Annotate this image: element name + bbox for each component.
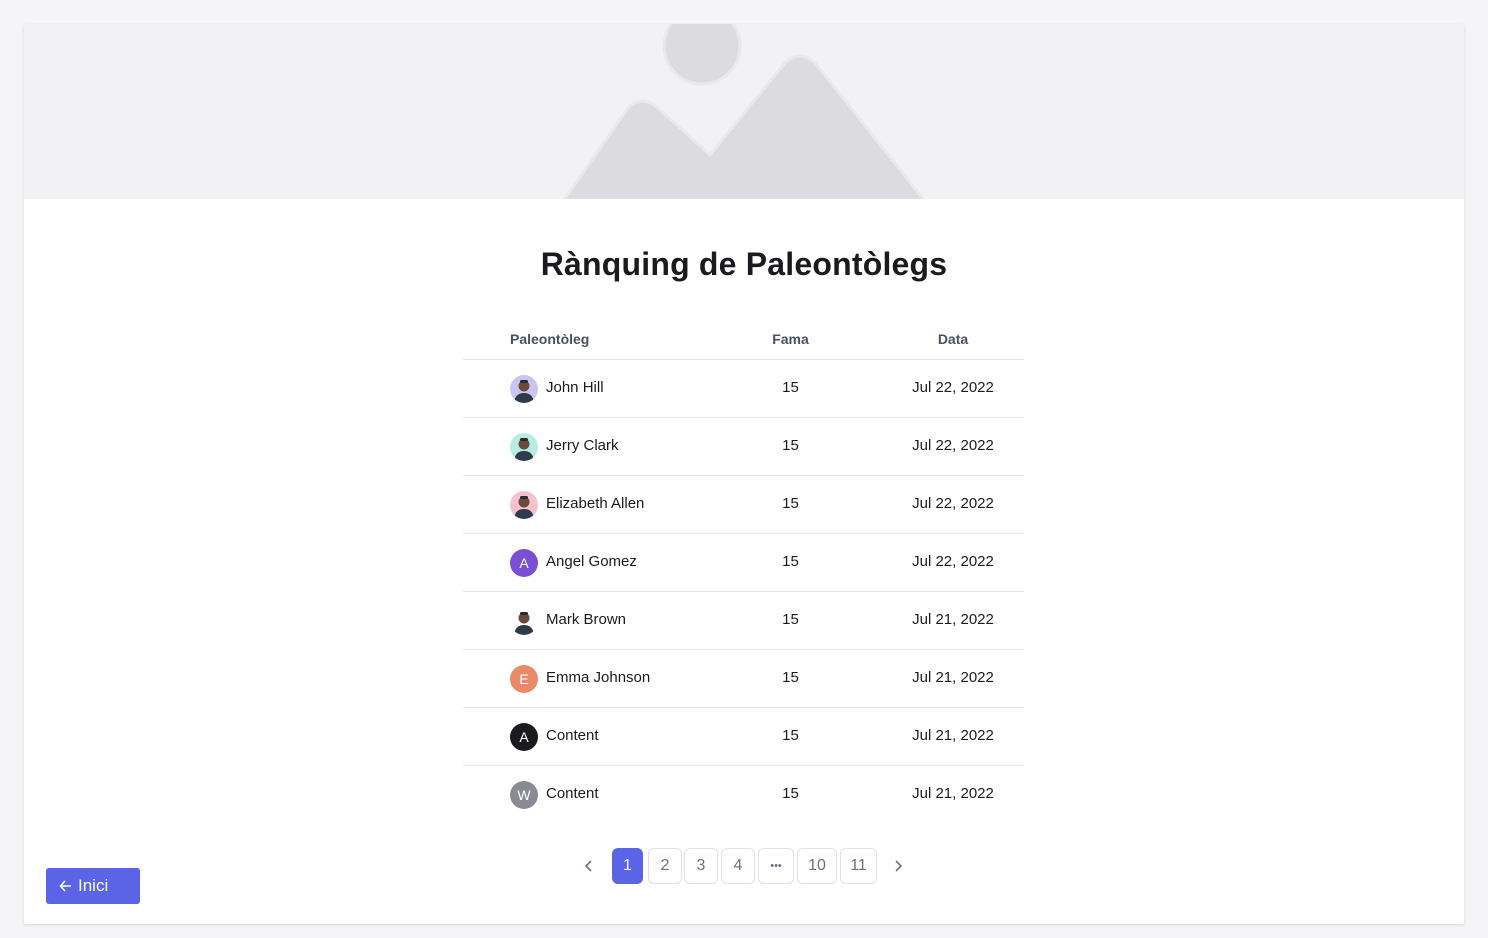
- fame-value: 15: [782, 727, 799, 744]
- ranking-table: Paleontòleg Fama Data John Hill 15 Jul 2…: [463, 324, 1024, 823]
- table-row[interactable]: A Angel Gomez 15 Jul 22, 2022: [463, 534, 1024, 592]
- avatar: [510, 607, 538, 635]
- fame-value: 15: [782, 379, 799, 396]
- page-button[interactable]: 1: [612, 848, 643, 884]
- page-card: Rànquing de Paleontòlegs Paleontòleg Fam…: [24, 24, 1464, 924]
- date-value: Jul 21, 2022: [912, 727, 994, 744]
- fame-value: 15: [782, 785, 799, 802]
- date-value: Jul 22, 2022: [912, 437, 994, 454]
- arrow-left-icon: [59, 868, 73, 917]
- date-value: Jul 21, 2022: [912, 785, 994, 802]
- paleontologist-name: John Hill: [546, 379, 604, 396]
- page-button[interactable]: 2: [648, 848, 682, 884]
- page-button[interactable]: 4: [721, 848, 755, 884]
- table-row[interactable]: Jerry Clark 15 Jul 22, 2022: [463, 418, 1024, 476]
- avatar: [510, 375, 538, 403]
- column-header-fame[interactable]: Fama: [753, 331, 828, 347]
- table-body: John Hill 15 Jul 22, 2022 Jerry Clark 15…: [463, 360, 1024, 823]
- table-row[interactable]: Elizabeth Allen 15 Jul 22, 2022: [463, 476, 1024, 534]
- column-header-date[interactable]: Data: [903, 331, 1003, 347]
- page-title: Rànquing de Paleontòlegs: [540, 246, 948, 282]
- hero-image-placeholder: [24, 24, 1464, 199]
- fame-value: 15: [782, 669, 799, 686]
- page-button[interactable]: 11: [840, 848, 877, 884]
- table-row[interactable]: John Hill 15 Jul 22, 2022: [463, 360, 1024, 418]
- paleontologist-name: Angel Gomez: [546, 553, 637, 570]
- home-button[interactable]: Inici: [46, 868, 140, 904]
- fame-value: 15: [782, 611, 799, 628]
- avatar: W: [510, 781, 538, 809]
- date-value: Jul 22, 2022: [912, 495, 994, 512]
- avatar: E: [510, 665, 538, 693]
- date-value: Jul 22, 2022: [912, 379, 994, 396]
- avatar: A: [510, 549, 538, 577]
- chevron-left-icon[interactable]: [577, 848, 601, 884]
- page-button[interactable]: 10: [797, 848, 837, 884]
- page-ellipsis-button[interactable]: •••: [758, 848, 794, 884]
- column-header-paleontologist[interactable]: Paleontòleg: [510, 331, 589, 347]
- fame-value: 15: [782, 495, 799, 512]
- table-row[interactable]: A Content 15 Jul 21, 2022: [463, 708, 1024, 766]
- table-row[interactable]: E Emma Johnson 15 Jul 21, 2022: [463, 650, 1024, 708]
- avatar: A: [510, 723, 538, 751]
- date-value: Jul 21, 2022: [912, 669, 994, 686]
- table-row[interactable]: Mark Brown 15 Jul 21, 2022: [463, 592, 1024, 650]
- paleontologist-name: Mark Brown: [546, 611, 627, 628]
- paleontologist-name: Content: [546, 727, 599, 744]
- paleontologist-name: Emma Johnson: [546, 669, 651, 686]
- avatar: [510, 491, 538, 519]
- fame-value: 15: [782, 553, 799, 570]
- chevron-right-icon[interactable]: [886, 848, 910, 884]
- paleontologist-name: Jerry Clark: [546, 437, 619, 454]
- paleontologist-name: Elizabeth Allen: [546, 495, 645, 512]
- avatar: [510, 433, 538, 461]
- date-value: Jul 22, 2022: [912, 553, 994, 570]
- paleontologist-name: Content: [546, 785, 599, 802]
- table-header: Paleontòleg Fama Data: [463, 324, 1024, 360]
- page-button[interactable]: 3: [684, 848, 718, 884]
- date-value: Jul 21, 2022: [912, 611, 994, 628]
- fame-value: 15: [782, 437, 799, 454]
- home-button-label: Inici: [78, 876, 109, 895]
- table-row[interactable]: W Content 15 Jul 21, 2022: [463, 766, 1024, 823]
